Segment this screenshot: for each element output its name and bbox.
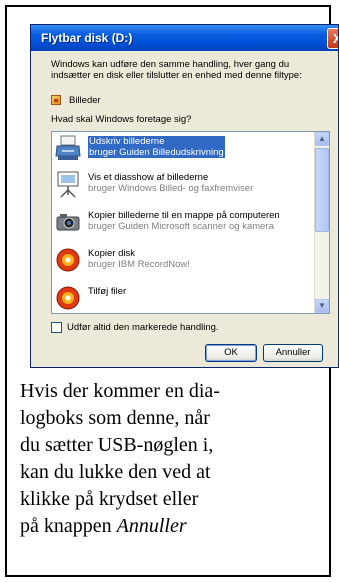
question-label: Hvad skal Windows foretage sig? <box>51 114 192 125</box>
content-type-row: Billeder <box>51 94 101 106</box>
cd-burn-icon <box>56 286 80 310</box>
caption-line: logboks som denne, når <box>20 407 210 429</box>
action-sublabel: bruger IBM RecordNow! <box>88 259 190 270</box>
action-label: Kopier disk <box>88 248 135 259</box>
action-label: Kopier billederne til en mappe på comput… <box>88 210 280 221</box>
caption-line: Hvis der kommer en dia- <box>20 380 220 402</box>
close-icon[interactable]: X <box>327 28 338 49</box>
scroll-down-icon[interactable]: ▼ <box>315 299 329 313</box>
dialog-titlebar: Flytbar disk (D:) X <box>31 25 338 51</box>
caption-emphasis: Annuller <box>116 515 187 537</box>
action-item-slideshow[interactable]: Vis et diasshow af billederne bruger Win… <box>55 170 307 200</box>
pictures-icon <box>51 95 61 105</box>
caption-line: du sætter USB-nøglen i, <box>20 434 214 456</box>
always-do-row[interactable]: Udfør altid den markerede handling. <box>51 322 219 333</box>
action-label: Udskriv billederne <box>89 136 165 147</box>
scroll-up-icon[interactable]: ▲ <box>315 132 329 146</box>
camera-icon <box>56 214 80 231</box>
list-scrollbar[interactable]: ▲ ▼ <box>314 132 329 313</box>
cd-burn-icon <box>56 248 80 272</box>
action-text: Tilføj filer <box>88 286 126 297</box>
always-do-label: Udfør altid den markerede handling. <box>67 322 219 333</box>
action-item-print[interactable]: Udskriv billederne bruger Guiden Billedu… <box>55 134 307 164</box>
content-type-label: Billeder <box>69 94 101 106</box>
action-text: Vis et diasshow af billederne bruger Win… <box>88 172 253 194</box>
always-do-checkbox[interactable] <box>51 322 62 333</box>
action-text: Kopier billederne til en mappe på comput… <box>88 210 280 232</box>
intro-line-2: indsætter en disk eller tilslutter en en… <box>51 70 302 81</box>
action-sublabel: bruger Guiden Microsoft scanner og kamer… <box>88 221 274 232</box>
slideshow-icon <box>57 171 79 198</box>
dialog-title: Flytbar disk (D:) <box>41 31 133 45</box>
action-label: Vis et diasshow af billederne <box>88 172 209 183</box>
ok-button[interactable]: OK <box>205 344 257 362</box>
cancel-button[interactable]: Annuller <box>263 344 323 362</box>
action-label: Tilføj filer <box>88 286 127 297</box>
action-item-add-files[interactable]: Tilføj filer <box>55 284 307 313</box>
scrollbar-thumb[interactable] <box>315 148 329 232</box>
action-text: Udskriv billederne bruger Guiden Billedu… <box>88 136 225 158</box>
action-item-copy-disk[interactable]: Kopier disk bruger IBM RecordNow! <box>55 246 307 276</box>
dialog-body: Windows kan udføre den samme handling, h… <box>31 51 338 367</box>
action-sublabel: bruger Guiden Billedudskrivning <box>89 147 224 158</box>
action-item-copy-pictures[interactable]: Kopier billederne til en mappe på comput… <box>55 208 307 238</box>
action-list[interactable]: Udskriv billederne bruger Guiden Billedu… <box>51 131 330 314</box>
printer-icon <box>55 135 81 160</box>
caption-line: på knappen Annuller <box>20 513 320 540</box>
action-text: Kopier disk bruger IBM RecordNow! <box>88 248 190 270</box>
action-sublabel: bruger Windows Billed- og faxfremviser <box>88 183 254 194</box>
intro-text: Windows kan udføre den samme handling, h… <box>51 59 338 81</box>
caption-line: klikke på krydset eller <box>20 488 199 510</box>
caption-text: Hvis der kommer en dia- logboks som denn… <box>20 378 320 540</box>
caption-text-span: på knappen <box>20 515 117 537</box>
autoplay-dialog: Flytbar disk (D:) X Windows kan udføre d… <box>30 24 339 368</box>
caption-line: kan du lukke den ved at <box>20 461 211 483</box>
intro-line-1: Windows kan udføre den samme handling, h… <box>51 59 290 70</box>
